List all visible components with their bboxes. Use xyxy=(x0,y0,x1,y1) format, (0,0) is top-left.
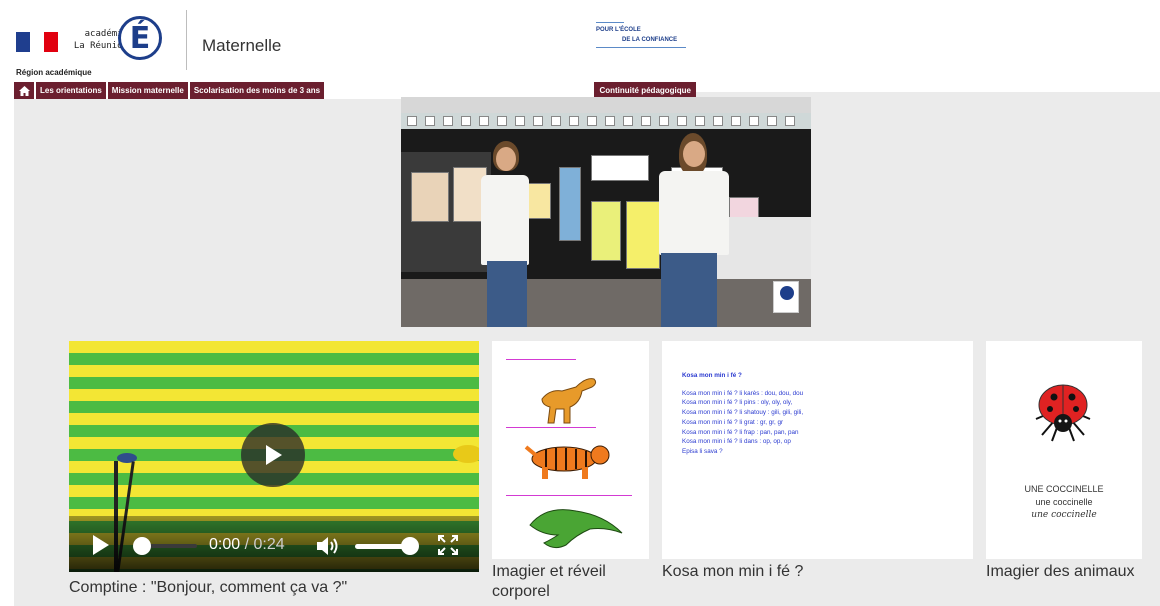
region-label: Région académique xyxy=(16,68,92,77)
scene-ceiling xyxy=(401,97,811,113)
volume-bar[interactable] xyxy=(355,544,405,549)
header-divider xyxy=(186,10,187,70)
fullscreen-icon xyxy=(438,535,458,555)
kosa-mon-min-thumbnail[interactable]: Kosa mon min i fé ? Kosa mon min i fé ? … xyxy=(662,341,973,559)
caption-comptine[interactable]: Comptine : "Bonjour, comment ça va ?" xyxy=(69,578,347,598)
comptine-video-player[interactable]: 0:00 / 0:24 xyxy=(69,341,479,572)
imagier-reveil-thumbnail[interactable] xyxy=(492,341,649,559)
poem-line: Kosa mon min i fé ? li dans : op, op, op xyxy=(682,438,791,446)
thumb-caption-line xyxy=(506,359,576,360)
volume-button[interactable] xyxy=(315,535,341,562)
play-icon xyxy=(93,535,109,555)
volume-icon xyxy=(317,537,338,555)
scene-poster xyxy=(626,201,660,269)
poem-text: Kosa mon min i fé ? Kosa mon min i fé ? … xyxy=(682,371,803,457)
imagier-animaux-thumbnail[interactable]: UNE COCCINELLE une coccinelle une coccin… xyxy=(986,341,1142,559)
nav-mission-maternelle[interactable]: Mission maternelle xyxy=(107,82,188,99)
scene-alphabet-strip xyxy=(401,113,811,129)
main-video-player[interactable] xyxy=(401,97,811,327)
poem-line: Kosa mon min i fé ? li frap : pan, pan, … xyxy=(682,428,799,436)
coccinelle-caps: UNE COCCINELLE xyxy=(1024,484,1104,494)
tiger-icon xyxy=(524,445,610,479)
play-icon xyxy=(266,445,282,465)
time-display: 0:00 / 0:24 xyxy=(209,536,285,554)
decor-shape xyxy=(453,445,479,463)
caption-imagier-animaux[interactable]: Imagier des animaux xyxy=(986,562,1136,582)
academie-logo[interactable]: académie La Réunion É Région académique xyxy=(14,14,189,79)
nav-orientations[interactable]: Les orientations xyxy=(36,82,106,99)
coccinelle-label: UNE COCCINELLE une coccinelle une coccin… xyxy=(986,483,1142,522)
main-nav: Les orientations Mission maternelle Scol… xyxy=(14,82,326,99)
scene-poster xyxy=(729,197,759,219)
fullscreen-button[interactable] xyxy=(437,534,459,561)
coccinelle-cursive: une coccinelle xyxy=(1031,510,1097,520)
thumb-caption-line xyxy=(506,427,596,428)
crocodile-icon xyxy=(529,509,623,549)
poem-line: Kosa mon min i fé ? li karès : dou, dou,… xyxy=(682,389,804,397)
progress-handle[interactable] xyxy=(133,537,151,555)
time-separator: / xyxy=(244,536,250,553)
poem-line: Kosa mon min i fé ? li shatouy : gili, g… xyxy=(682,409,804,417)
academie-watermark-icon xyxy=(773,281,799,313)
coccinelle-lowercase: une coccinelle xyxy=(1035,497,1093,507)
big-play-button[interactable] xyxy=(241,423,305,487)
site-header: académie La Réunion É Région académique … xyxy=(14,8,696,99)
scene-poster xyxy=(591,155,649,181)
dinosaur-icon xyxy=(541,378,597,424)
video-controls: 0:00 / 0:24 xyxy=(69,516,479,572)
duration: 0:24 xyxy=(253,536,285,553)
nav-home-button[interactable] xyxy=(14,82,34,99)
caption-kosa-mon-min[interactable]: Kosa mon min i fé ? xyxy=(662,562,803,582)
ladybug-icon xyxy=(1035,384,1091,442)
poem-title: Kosa mon min i fé ? xyxy=(682,372,742,379)
control-play-button[interactable] xyxy=(91,534,111,561)
volume-handle[interactable] xyxy=(401,537,419,555)
scene-poster xyxy=(559,167,581,241)
republique-flag-icon xyxy=(16,32,58,52)
poem-line: Episa li sava ? xyxy=(682,447,723,455)
scene-poster xyxy=(411,172,449,222)
e-logo-icon: É xyxy=(118,16,162,60)
thumb-caption-line xyxy=(506,495,632,496)
poem-line: Kosa mon min i fé ? li grat : gr, gr, gr xyxy=(682,418,784,426)
nav-scolarisation[interactable]: Scolarisation des moins de 3 ans xyxy=(189,82,325,99)
ecole-confiance-logo: POUR L'ÉCOLE DE LA CONFIANCE xyxy=(596,22,686,48)
current-time: 0:00 xyxy=(209,536,241,553)
site-title[interactable]: Maternelle xyxy=(202,36,281,56)
scene-floor xyxy=(401,279,811,327)
poem-line: Kosa mon min i fé ? li pins : oly, oly, … xyxy=(682,399,793,407)
scene-poster xyxy=(591,201,621,261)
caption-imagier-reveil[interactable]: Imagier et réveil corporel xyxy=(492,562,652,602)
home-icon xyxy=(18,85,30,96)
